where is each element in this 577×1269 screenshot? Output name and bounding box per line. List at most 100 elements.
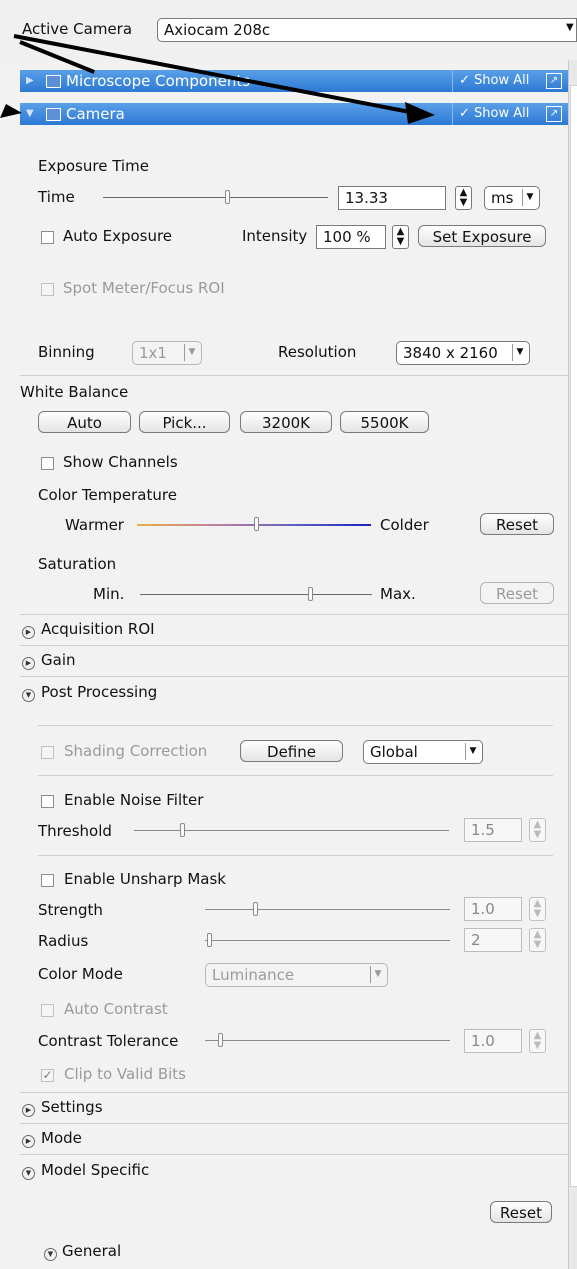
time-slider-track[interactable] bbox=[103, 197, 328, 198]
mode-group[interactable]: Mode bbox=[41, 1129, 82, 1147]
wb-pick-button[interactable]: Pick... bbox=[139, 411, 230, 433]
collapse-icon[interactable]: ▼ bbox=[22, 689, 35, 702]
contrast-tolerance-input[interactable]: 1.0 bbox=[464, 1029, 522, 1053]
strength-label: Strength bbox=[38, 901, 103, 919]
radius-slider-track[interactable] bbox=[205, 940, 450, 941]
divider bbox=[20, 375, 568, 376]
model-specific-group[interactable]: Model Specific bbox=[41, 1161, 149, 1179]
time-label: Time bbox=[38, 188, 75, 206]
divider bbox=[38, 775, 553, 776]
dropdown-arrow-icon: ▼ bbox=[184, 344, 199, 361]
dropdown-arrow-icon: ▼ bbox=[522, 189, 537, 206]
expand-icon[interactable]: ▶ bbox=[22, 626, 35, 639]
model-specific-reset-button[interactable]: Reset bbox=[490, 1201, 552, 1223]
saturation-max-label: Max. bbox=[380, 585, 416, 603]
threshold-label: Threshold bbox=[38, 822, 112, 840]
saturation-slider-thumb[interactable] bbox=[308, 587, 313, 601]
expand-icon[interactable]: ▶ bbox=[22, 657, 35, 670]
spinner-icon[interactable]: ▲ ▼ bbox=[455, 186, 472, 210]
time-input[interactable]: 13.33 bbox=[338, 186, 446, 210]
noise-filter-checkbox[interactable] bbox=[41, 795, 54, 808]
spot-meter-checkbox[interactable] bbox=[41, 283, 54, 296]
color-mode-select[interactable]: Luminance ▼ bbox=[205, 963, 388, 987]
threshold-input[interactable]: 1.5 bbox=[464, 818, 522, 842]
collapse-icon[interactable]: ▼ bbox=[22, 1167, 35, 1180]
time-slider-thumb[interactable] bbox=[225, 190, 230, 204]
expand-icon[interactable]: ▶ bbox=[22, 1104, 35, 1117]
dropdown-arrow-icon: ▼ bbox=[512, 344, 527, 361]
divider bbox=[20, 614, 568, 615]
saturation-slider-track[interactable] bbox=[140, 594, 372, 595]
binning-select[interactable]: 1x1 ▼ bbox=[132, 341, 202, 365]
threshold-slider-thumb[interactable] bbox=[180, 823, 185, 837]
color-temp-reset-button[interactable]: Reset bbox=[480, 513, 554, 535]
expand-icon[interactable]: ▶ bbox=[22, 1135, 35, 1148]
strength-slider-thumb[interactable] bbox=[253, 902, 258, 916]
show-channels-label: Show Channels bbox=[63, 453, 178, 471]
warmer-label: Warmer bbox=[65, 516, 124, 534]
shading-correction-checkbox[interactable] bbox=[41, 746, 54, 759]
strength-slider-track[interactable] bbox=[205, 909, 450, 910]
post-processing-group[interactable]: Post Processing bbox=[41, 683, 157, 701]
scrollbar-thumb[interactable] bbox=[570, 85, 577, 1187]
color-temperature-label: Color Temperature bbox=[38, 486, 177, 504]
arrow-line bbox=[13, 34, 411, 114]
intensity-input[interactable]: 100 % bbox=[316, 225, 386, 249]
clip-valid-bits-label: Clip to Valid Bits bbox=[64, 1065, 186, 1083]
auto-exposure-label: Auto Exposure bbox=[63, 227, 173, 245]
unsharp-mask-checkbox[interactable] bbox=[41, 874, 54, 887]
general-group[interactable]: General bbox=[62, 1242, 121, 1260]
spinner-icon[interactable]: ▲ ▼ bbox=[529, 897, 546, 921]
resolution-select[interactable]: 3840 x 2160 ▼ bbox=[396, 341, 530, 365]
contrast-tolerance-slider-track[interactable] bbox=[205, 1040, 450, 1041]
color-temperature-slider-thumb[interactable] bbox=[254, 517, 259, 531]
show-channels-checkbox[interactable] bbox=[41, 457, 54, 470]
auto-exposure-checkbox[interactable] bbox=[41, 231, 54, 244]
wb-5500k-button[interactable]: 5500K bbox=[340, 411, 429, 433]
unit-select[interactable]: ms ▼ bbox=[484, 186, 540, 210]
set-exposure-button[interactable]: Set Exposure bbox=[418, 225, 546, 247]
radius-input[interactable]: 2 bbox=[464, 928, 522, 952]
divider bbox=[20, 1123, 568, 1124]
acquisition-roi-group[interactable]: Acquisition ROI bbox=[41, 620, 155, 638]
divider bbox=[38, 725, 553, 726]
color-mode-label: Color Mode bbox=[38, 965, 123, 983]
auto-contrast-label: Auto Contrast bbox=[64, 1000, 168, 1018]
spinner-icon[interactable]: ▲ ▼ bbox=[529, 1029, 546, 1053]
spinner-icon[interactable]: ▲ ▼ bbox=[529, 818, 546, 842]
divider bbox=[20, 676, 568, 677]
colder-label: Colder bbox=[380, 516, 429, 534]
saturation-min-label: Min. bbox=[93, 585, 125, 603]
contrast-tolerance-label: Contrast Tolerance bbox=[38, 1032, 179, 1050]
intensity-label: Intensity bbox=[242, 227, 308, 245]
radius-label: Radius bbox=[38, 932, 89, 950]
define-button[interactable]: Define bbox=[240, 740, 343, 762]
auto-contrast-checkbox[interactable] bbox=[41, 1004, 54, 1017]
annotation-arrows bbox=[0, 34, 435, 124]
strength-input[interactable]: 1.0 bbox=[464, 897, 522, 921]
saturation-reset-button[interactable]: Reset bbox=[480, 582, 554, 604]
checkmark-icon[interactable]: ✓ bbox=[41, 1069, 54, 1082]
wb-auto-button[interactable]: Auto bbox=[38, 411, 131, 433]
exposure-time-heading: Exposure Time bbox=[38, 157, 149, 175]
divider bbox=[20, 1092, 568, 1093]
wb-3200k-button[interactable]: 3200K bbox=[240, 411, 332, 433]
dropdown-arrow-icon: ▼ bbox=[465, 743, 480, 760]
arrowhead-left bbox=[0, 104, 22, 118]
spinner-icon[interactable]: ▲ ▼ bbox=[529, 928, 546, 952]
settings-group[interactable]: Settings bbox=[41, 1098, 103, 1116]
resolution-label: Resolution bbox=[278, 343, 357, 361]
divider bbox=[20, 1154, 568, 1155]
collapse-icon[interactable]: ▼ bbox=[44, 1248, 57, 1261]
unsharp-mask-label: Enable Unsharp Mask bbox=[64, 870, 226, 888]
saturation-label: Saturation bbox=[38, 555, 117, 573]
spot-meter-label: Spot Meter/Focus ROI bbox=[63, 279, 225, 297]
spinner-icon[interactable]: ▲ ▼ bbox=[392, 225, 409, 249]
noise-filter-label: Enable Noise Filter bbox=[64, 791, 204, 809]
gain-group[interactable]: Gain bbox=[41, 651, 76, 669]
dropdown-arrow-icon: ▼ bbox=[370, 966, 385, 983]
shading-mode-select[interactable]: Global ▼ bbox=[363, 740, 483, 764]
radius-slider-thumb[interactable] bbox=[207, 933, 212, 947]
white-balance-heading: White Balance bbox=[20, 383, 129, 401]
contrast-tolerance-slider-thumb[interactable] bbox=[218, 1033, 223, 1047]
